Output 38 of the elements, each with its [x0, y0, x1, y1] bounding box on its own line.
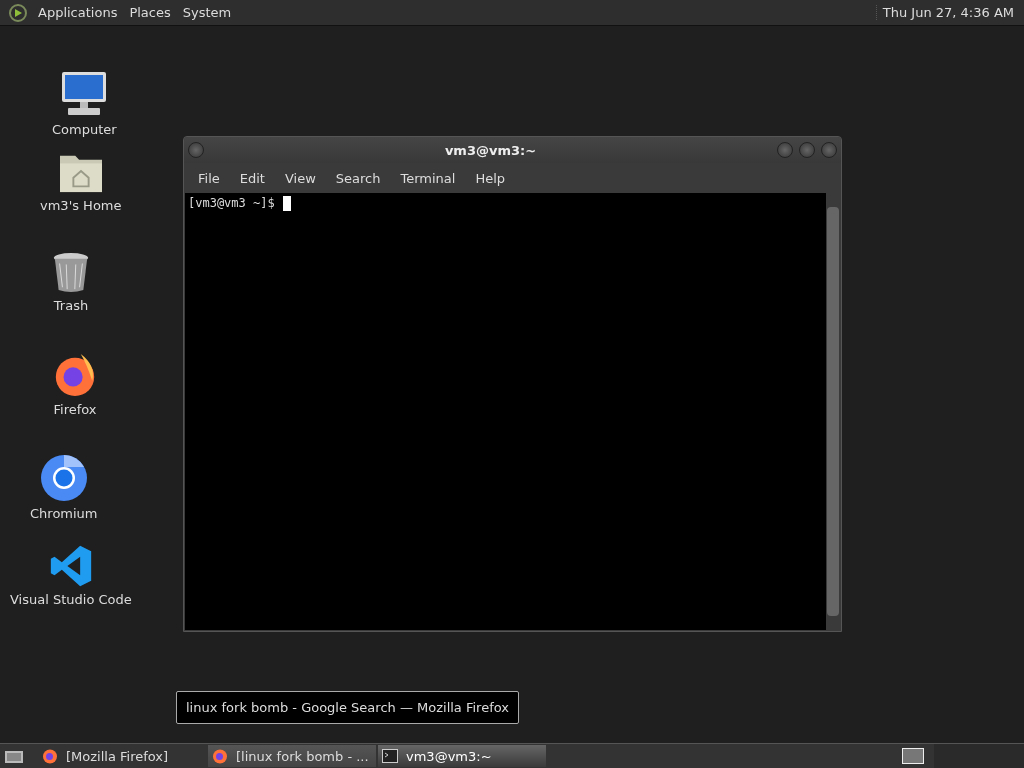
panel-menu[interactable]: System	[176, 5, 238, 20]
shell-prompt: [vm3@vm3 ~]$	[188, 196, 275, 210]
firefox-icon	[42, 748, 58, 764]
desktop-icon-label[interactable]: Computer	[52, 122, 117, 137]
maximize-button[interactable]	[799, 142, 815, 158]
menu-item[interactable]: View	[274, 170, 326, 186]
vscode-icon[interactable]	[48, 544, 93, 588]
menu-item[interactable]: Edit	[229, 170, 275, 186]
desktop-icon-label[interactable]: Visual Studio Code	[10, 592, 132, 607]
window-menu-button[interactable]	[188, 142, 204, 158]
taskbar-button[interactable]: vm3@vm3:~	[378, 745, 546, 767]
close-button[interactable]	[821, 142, 837, 158]
desktop-icon-label[interactable]: Firefox	[53, 402, 97, 417]
taskbar-button[interactable]: [linux fork bomb - ...	[208, 745, 376, 767]
scrollbar[interactable]	[826, 193, 840, 630]
firefox-icon	[212, 748, 228, 764]
panel-menu[interactable]: Places	[123, 5, 177, 20]
chromium-icon[interactable]	[39, 454, 88, 502]
terminal-icon	[382, 749, 398, 763]
computer-icon[interactable]	[60, 70, 109, 118]
desktop-icon-label[interactable]: vm3's Home	[40, 198, 122, 213]
panel-menu[interactable]: Applications	[32, 5, 124, 20]
menu-item[interactable]: File	[188, 170, 230, 186]
menu-item[interactable]: Help	[465, 170, 516, 186]
show-desktop-icon[interactable]	[4, 748, 24, 764]
trash-icon[interactable]	[52, 252, 90, 294]
logo-icon[interactable]	[8, 2, 28, 23]
desktop-icon-label[interactable]: Trash	[53, 298, 89, 313]
menu-item[interactable]: Terminal	[390, 170, 466, 186]
desktop-icon-label[interactable]: Chromium	[30, 506, 98, 521]
minimize-button[interactable]	[777, 142, 793, 158]
tooltip: linux fork bomb - Google Search — Mozilla Firefox	[176, 691, 519, 724]
workspace-switcher[interactable]	[902, 748, 924, 764]
window-title: vm3@vm3:~	[443, 142, 538, 158]
menu-item[interactable]: Search	[325, 170, 391, 186]
text-cursor	[282, 196, 291, 211]
taskbar-button[interactable]: [Mozilla Firefox]	[38, 745, 206, 767]
clock[interactable]: Thu Jun 27, 4:36 AM	[875, 5, 1020, 20]
